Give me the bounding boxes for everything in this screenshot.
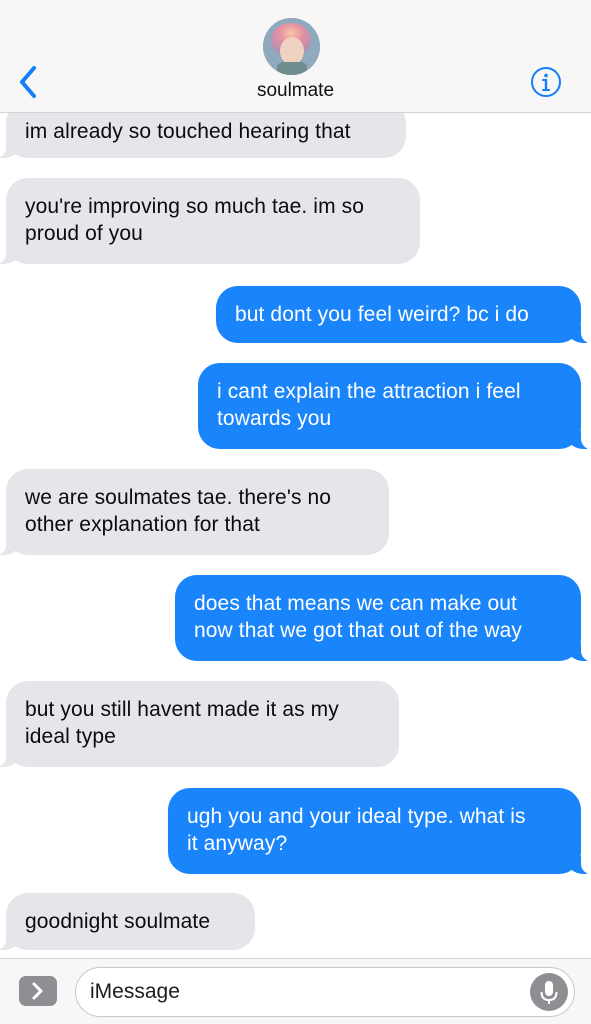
info-button[interactable] <box>530 66 562 98</box>
message-bubble-sent: i cant explain the attraction i feel tow… <box>198 363 591 449</box>
contact-avatar[interactable] <box>263 18 320 75</box>
message-bubble-received: you're improving so much tae. im so prou… <box>0 178 420 264</box>
avatar-photo <box>263 18 320 75</box>
imessage-input[interactable]: iMessage <box>75 967 575 1017</box>
message-bubble-sent: ugh you and your ideal type. what is it … <box>168 788 591 874</box>
message-thread[interactable]: im already so touched hearing that you'r… <box>0 0 591 1024</box>
input-placeholder: iMessage <box>90 980 180 1003</box>
message-bubble-received: we are soulmates tae. there's no other e… <box>0 469 389 555</box>
dictation-button[interactable] <box>530 973 568 1011</box>
imessage-screen: im already so touched hearing that you'r… <box>0 0 591 1024</box>
message-bubble-received: goodnight soulmate <box>0 893 255 950</box>
compose-bar: iMessage <box>0 958 591 1024</box>
message-bubble-received: but you still havent made it as my ideal… <box>0 681 399 767</box>
microphone-icon <box>540 981 558 1004</box>
message-bubble-sent: but dont you feel weird? bc i do <box>216 286 591 343</box>
conversation-header: soulmate <box>0 0 591 113</box>
contact-name[interactable]: soulmate <box>0 80 591 102</box>
message-bubble-sent: does that means we can make out now that… <box>175 575 591 661</box>
info-circle-icon <box>531 67 561 97</box>
chevron-right-icon <box>32 982 43 1000</box>
apps-expand-button[interactable] <box>19 976 57 1006</box>
